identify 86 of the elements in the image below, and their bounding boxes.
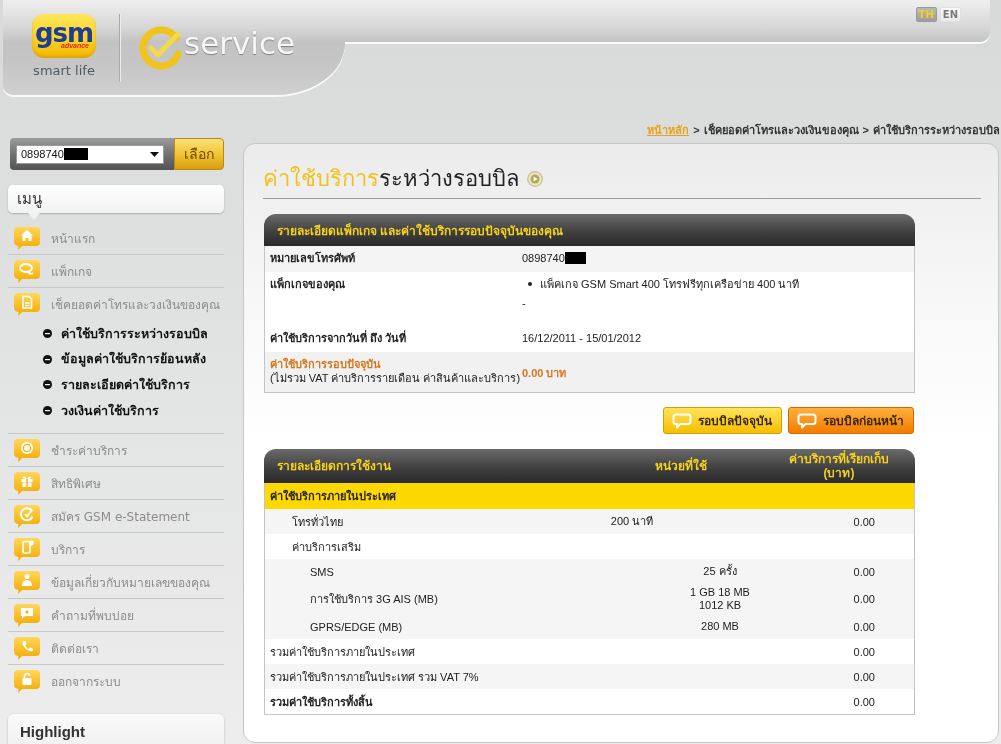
menu-item[interactable]: หน้าแรก <box>8 222 99 254</box>
usage-units: 1 GB 18 MB 1012 KB <box>689 586 751 612</box>
menu-item[interactable]: คำถามที่พบบ่อย <box>8 599 138 632</box>
phone-handset-icon <box>13 635 41 661</box>
package-name: แพ็คเกจ GSM Smart 400 โทรฟรีทุกเครือข่าย 400 นาที <box>540 277 800 291</box>
page-title: ค่าใช้บริการระหว่างรอบบิล <box>263 165 519 193</box>
menu-item[interactable]: แพ็กเกจ <box>8 255 96 287</box>
submenu-item[interactable]: วงเงินค่าใช้บริการ <box>43 397 159 424</box>
usage-charge: 0.00 <box>852 619 876 634</box>
usage-units: 25 ครั้ง <box>702 565 738 578</box>
language-tab[interactable]: TH <box>915 7 937 22</box>
usage-units: 200 นาที <box>609 515 655 528</box>
submenu-item[interactable]: ค่าใช้บริการระหว่างรอบบิล <box>43 321 208 347</box>
package-note: - <box>522 296 526 310</box>
loop-icon <box>13 258 41 284</box>
table-header: รายละเอียดแพ็กเกจ และค่าใช้บริการรอบปัจจุบันของคุณ <box>264 214 915 246</box>
column-header: หน่วยที่ใช้ <box>654 459 708 473</box>
total-charge: 0.00 <box>852 669 876 684</box>
menu-item[interactable]: ออกจากระบบ <box>8 665 125 698</box>
play-circle-icon <box>527 171 543 187</box>
breadcrumb-separator: > <box>862 124 869 136</box>
caret-icon <box>150 151 159 157</box>
submenu-item[interactable]: ข้อมูลค่าใช้บริการย้อนหลัง <box>43 346 206 373</box>
bill-cycle-button[interactable]: รอบบิลปัจจุบัน <box>663 407 782 434</box>
menu-item[interactable]: ข้อมูลเกี่ยวกับหมายเลขของคุณ <box>8 566 214 599</box>
minus-circle-icon <box>43 329 52 339</box>
service-logo-text: service <box>184 24 296 61</box>
speech-bubble-icon <box>13 602 41 628</box>
usage-charge: 0.00 <box>852 564 876 579</box>
breadcrumb-item: เช็คยอดค่าโทรและวงเงินของคุณ <box>703 122 859 139</box>
logo-tagline: smart life <box>33 62 95 78</box>
usage-label: การใช้บริการ 3G AIS (MB) <box>310 592 438 606</box>
menu-item[interactable]: สิทธิพิเศษ <box>8 467 105 500</box>
usage-charge: 0.00 <box>852 592 876 606</box>
breadcrumb-link[interactable]: หน้าหลัก <box>647 121 690 139</box>
menu-item[interactable]: ติดต่อเรา <box>8 632 103 665</box>
total-label: รวมค่าใช้บริการทั้งสิ้น <box>270 694 373 709</box>
bill-cycle-button[interactable]: รอบบิลก่อนหน้า <box>788 407 914 434</box>
padlock-icon <box>13 668 41 694</box>
menu-header: เมนู <box>8 185 224 220</box>
date-range: 16/12/2011 - 15/01/2012 <box>522 331 642 345</box>
minus-circle-icon <box>43 354 52 364</box>
person-icon <box>13 569 41 595</box>
column-header: รายละเอียดการใช้งาน <box>276 459 392 473</box>
usage-units: 280 MB <box>700 620 740 633</box>
minus-circle-icon <box>43 406 52 416</box>
speech-bubble-icon <box>672 412 692 429</box>
total-charge: 0.00 <box>852 694 876 709</box>
group-title: ค่าใช้บริการภายในประเทศ <box>270 488 396 504</box>
menu-item[interactable]: เช็คยอดค่าโทรและวงเงินของคุณ <box>8 288 224 320</box>
check-ring-icon <box>138 25 184 70</box>
gift-icon <box>13 470 41 496</box>
bullet-icon <box>528 282 532 286</box>
language-tab[interactable]: EN <box>939 7 961 22</box>
row-label: ค่าใช้บริการรอบปัจจุบัน <box>270 357 522 371</box>
column-header: ค่าบริการที่เรียกเก็บ (บาท) <box>788 452 890 480</box>
breadcrumb-separator: > <box>693 124 700 136</box>
usage-label: ค่าบริการเสริม <box>292 539 361 554</box>
total-charge: 0.00 <box>852 644 876 659</box>
phone-select[interactable]: 0898740 <box>16 144 164 164</box>
total-label: รวมค่าใช้บริการภายในประเทศ <box>270 644 415 659</box>
usage-label: GPRS/EDGE (MB) <box>310 619 403 634</box>
usage-label: โทรทั่วไทย <box>292 514 343 529</box>
phone-number: 0898740 <box>522 251 565 265</box>
amount-value: 0.00 บาท <box>522 366 567 380</box>
row-label: แพ็กเกจของคุณ <box>270 277 346 291</box>
highlight-title: Highlight <box>20 723 85 741</box>
usage-label: SMS <box>310 564 334 579</box>
select-button[interactable]: เลือก <box>174 138 224 170</box>
menu-item[interactable]: บริการ <box>8 533 89 566</box>
menu-item[interactable]: ชำระค่าบริการ <box>8 434 131 467</box>
menu-item[interactable]: สมัคร GSM e-Statement <box>8 500 194 533</box>
row-label: หมายเลขโทรศัพท์ <box>270 251 356 265</box>
breadcrumb-item: ค่าใช้บริการระหว่างรอบบิล <box>873 122 1000 138</box>
row-note: (ไม่รวม VAT ค่าบริการรายเดือน ค่าสินค้าและบริการ) <box>270 372 522 385</box>
phone-icon <box>13 536 41 562</box>
check-ring-icon <box>13 503 41 529</box>
row-label: ค่าใช้บริการจากวันที่ ถึง วันที่ <box>270 331 408 345</box>
usage-charge: 0.00 <box>852 514 876 529</box>
coin-icon <box>13 437 41 463</box>
document-icon <box>13 291 41 317</box>
home-icon <box>13 225 41 251</box>
submenu-item[interactable]: รายละเอียดค่าใช้บริการ <box>43 372 190 398</box>
speech-bubble-icon <box>797 412 817 429</box>
total-label: รวมค่าใช้บริการภายในประเทศ รวม VAT 7% <box>270 669 479 684</box>
minus-circle-icon <box>43 380 52 390</box>
